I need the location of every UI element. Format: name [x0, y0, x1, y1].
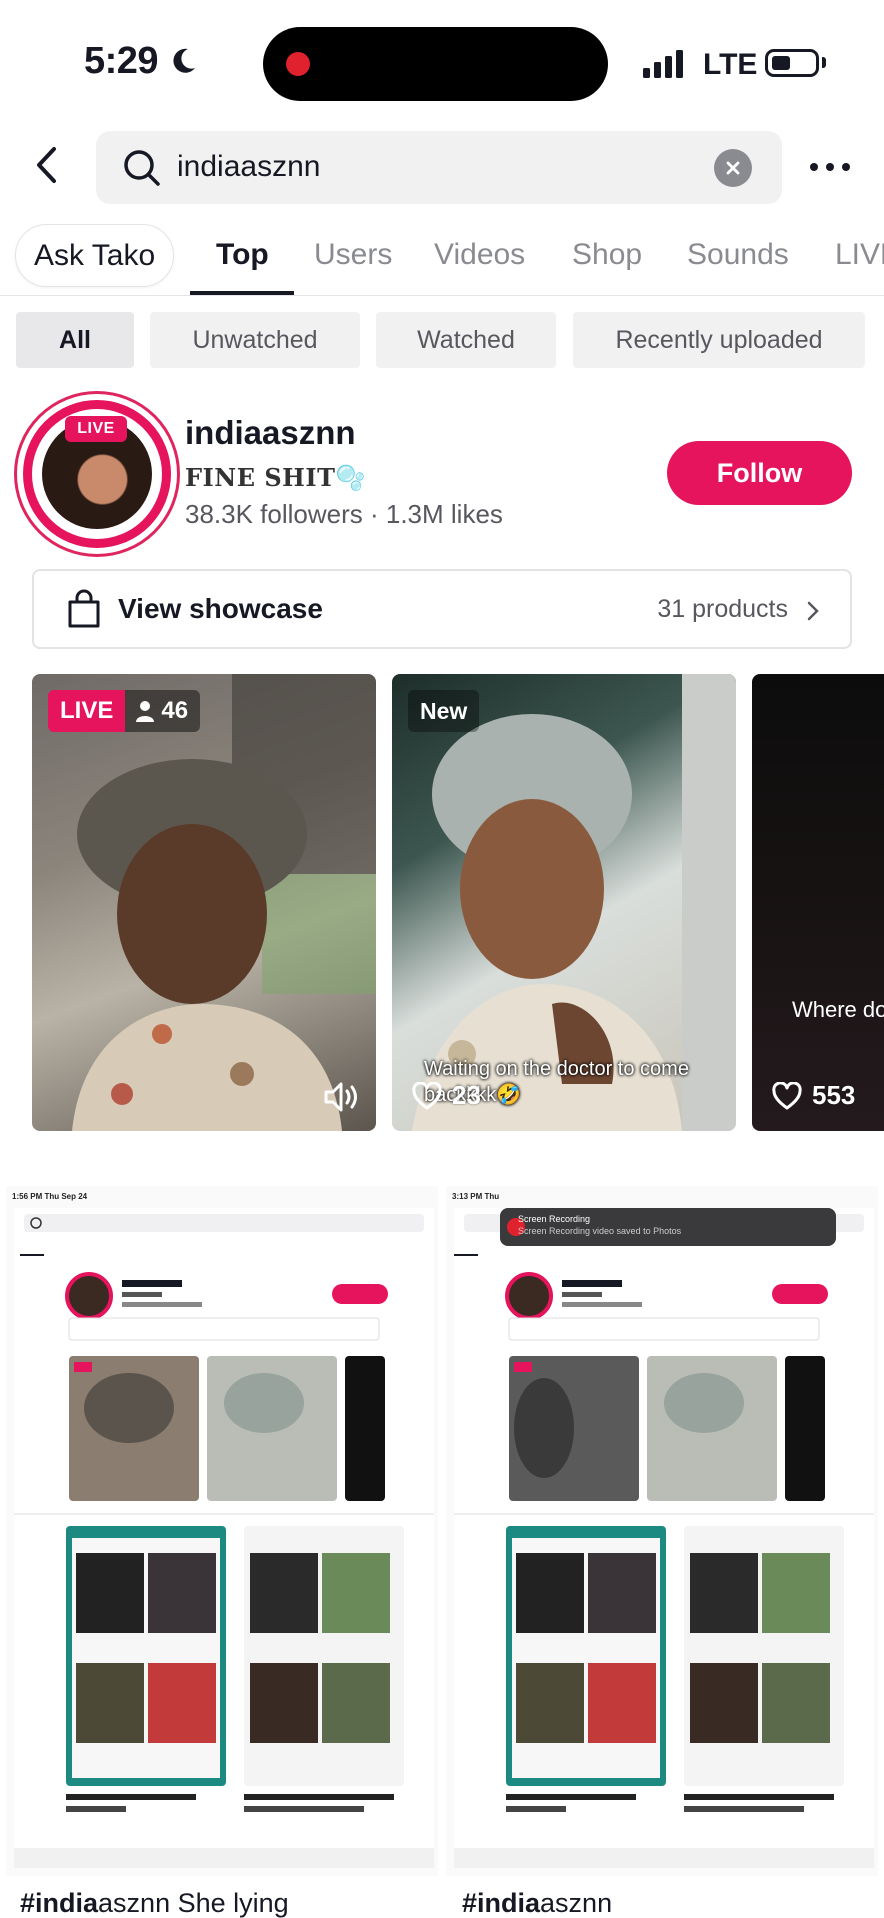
like-count: 553	[812, 1080, 856, 1110]
viewer-count-value: 46	[161, 697, 189, 724]
video-caption: Where do	[792, 997, 884, 1022]
search-query: indiaasznn	[177, 150, 321, 183]
battery-tip	[822, 57, 826, 68]
mini-status-time: 1:56 PM Thu Sep 24	[12, 1192, 88, 1201]
filter-recently-uploaded[interactable]: Recently uploaded	[573, 312, 865, 368]
banner-subtitle: Screen Recording video saved to Photos	[518, 1226, 682, 1236]
username[interactable]: indiaasznn	[185, 414, 356, 452]
dot-icon	[810, 163, 818, 171]
tab-live[interactable]: LIVE	[835, 238, 884, 272]
result-caption: #indiaasznn	[462, 1888, 612, 1918]
caption-text: asznn She lying	[98, 1888, 289, 1918]
caption-text: asznn	[540, 1888, 613, 1918]
network-label: LTE	[703, 48, 758, 81]
recording-indicator-icon	[286, 52, 310, 76]
search-icon	[124, 150, 160, 186]
tab-top[interactable]: Top	[216, 238, 269, 272]
tab-videos[interactable]: Videos	[434, 238, 525, 272]
dynamic-island	[263, 27, 608, 101]
tab-sounds[interactable]: Sounds	[687, 238, 789, 272]
viewer-count: 46	[125, 690, 201, 732]
filter-unwatched[interactable]: Unwatched	[150, 312, 360, 368]
dot-icon	[842, 163, 850, 171]
live-label: LIVE	[48, 690, 126, 732]
follower-stats: 38.3K followers · 1.3M likes	[185, 499, 503, 529]
live-viewers-badge: LIVE 46	[48, 690, 201, 732]
sound-icon[interactable]	[322, 1080, 362, 1114]
follow-button[interactable]: Follow	[667, 441, 852, 505]
product-count: 31 products	[657, 595, 788, 623]
status-time: 5:29	[84, 40, 159, 82]
new-badge: New	[408, 690, 480, 732]
battery-icon	[765, 49, 819, 77]
display-name: FINE SHIT🫧	[185, 463, 366, 492]
banner-title: Screen Recording	[518, 1214, 591, 1224]
heart-icon	[772, 1081, 802, 1109]
video-card[interactable]: New Waiting on the doctor to come backkk…	[392, 674, 736, 1131]
chevron-right-icon	[807, 601, 819, 621]
status-bar: 5:29 LTE	[0, 0, 884, 120]
chevron-left-icon	[37, 147, 56, 183]
tab-shop[interactable]: Shop	[572, 238, 642, 272]
clear-search-button[interactable]	[714, 149, 752, 187]
search-input[interactable]: indiaasznn	[96, 131, 782, 204]
heart-icon	[412, 1081, 442, 1109]
video-thumbnail	[454, 1208, 874, 1868]
video-thumbnail	[72, 674, 376, 1131]
showcase-label: View showcase	[118, 593, 323, 624]
view-showcase-button[interactable]: View showcase 31 products	[32, 569, 852, 649]
video-card[interactable]: Where do 553	[752, 674, 884, 1131]
hashtag[interactable]: #india	[462, 1888, 540, 1918]
back-button[interactable]	[26, 140, 66, 190]
moon-icon	[173, 48, 195, 73]
result-caption: #indiaasznn She lying	[20, 1888, 289, 1918]
video-likes: 23	[412, 1080, 481, 1111]
signal-icon	[643, 50, 683, 78]
live-video-card[interactable]: LIVE 46	[32, 674, 376, 1131]
filter-all[interactable]: All	[16, 312, 134, 368]
video-likes: 553	[772, 1080, 855, 1111]
like-count: 23	[452, 1080, 481, 1110]
result-video-card[interactable]: 1:56 PM Thu Sep 24	[6, 1186, 438, 1876]
tab-users[interactable]: Users	[314, 238, 392, 272]
ask-tako-button[interactable]: Ask Tako	[15, 224, 175, 287]
shopping-bag-icon	[68, 589, 100, 628]
active-tab-indicator	[190, 291, 294, 295]
person-icon	[136, 701, 155, 722]
search-tabs: Ask Tako Top Users Videos Shop Sounds LI…	[0, 224, 884, 296]
screen-recording-banner: Screen Recording Screen Recording video …	[518, 1208, 818, 1242]
video-thumbnail	[14, 1208, 434, 1868]
filter-watched[interactable]: Watched	[376, 312, 556, 368]
live-badge: LIVE	[65, 416, 127, 442]
close-icon	[726, 161, 740, 175]
result-video-card[interactable]: 3:13 PM Thu Screen Recording Screen Reco…	[446, 1186, 878, 1876]
more-options-button[interactable]	[810, 155, 850, 179]
hashtag[interactable]: #india	[20, 1888, 98, 1918]
dot-icon	[826, 163, 834, 171]
mini-status-time: 3:13 PM Thu	[452, 1192, 500, 1201]
